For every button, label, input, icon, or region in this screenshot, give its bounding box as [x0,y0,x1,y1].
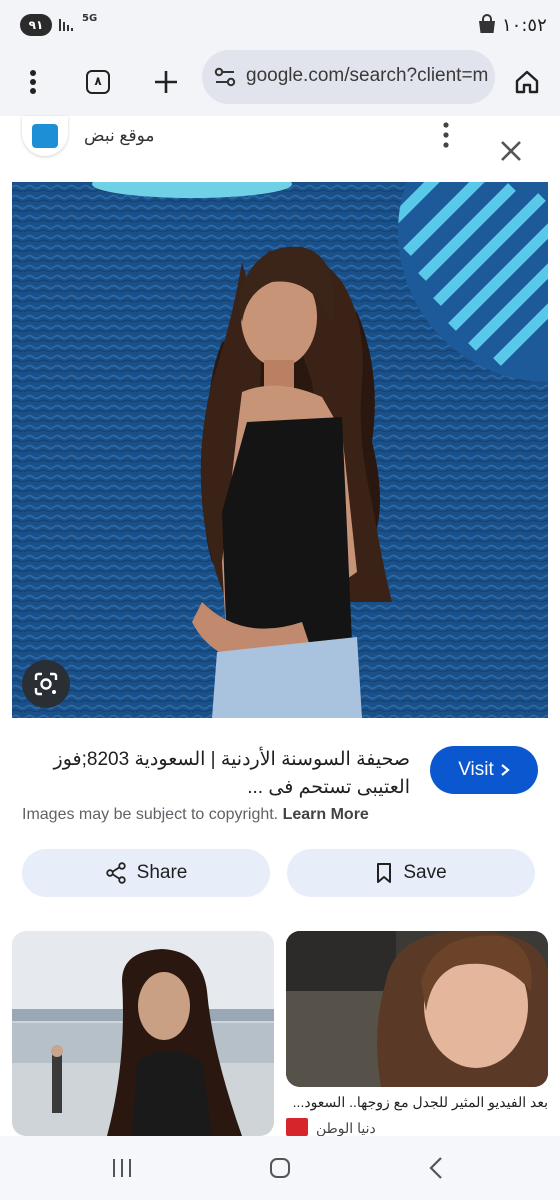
more-options-icon[interactable] [432,120,460,150]
visit-label: Visit [458,759,494,780]
site-name[interactable]: موقع نبض [84,126,154,146]
recent-apps-icon [113,1159,131,1177]
url-text: google.com/search?client=ms [246,65,488,86]
learn-more-link[interactable]: Learn More [283,806,369,823]
network-type: 5G [82,13,98,24]
copyright-notice: Images may be subject to copyright. Lear… [22,806,369,824]
related-image-2[interactable] [286,931,548,1087]
status-bar: ٩١ 5G ١٠:٥٢ [0,0,560,48]
home-button-icon [270,1158,290,1178]
signal-icon [59,19,73,31]
save-label: Save [403,862,447,883]
visit-button[interactable]: Visit [430,746,538,794]
save-button[interactable]: Save [287,849,535,897]
shopping-bag-icon [479,14,495,33]
site-logo-icon [32,124,58,148]
result-photo [12,182,548,718]
lens-icon [34,672,58,696]
back-icon [429,1157,442,1179]
share-icon [105,862,126,884]
chevron-right-icon [501,764,510,776]
related-source-name: دنيا الوطن [316,1120,376,1136]
close-icon[interactable] [494,134,528,168]
back-button[interactable] [412,1148,460,1188]
browser-toolbar: ٨ google.com/search?client=ms [0,48,560,116]
tabs-icon: ٨ [86,70,110,94]
result-title[interactable]: صحيفة السوسنة الأردنية | السعودية 8203;ف… [22,746,410,802]
bookmark-icon [377,863,392,883]
clock: ١٠:٥٢ [502,15,547,36]
copyright-text: Images may be subject to copyright. [22,806,279,823]
site-favicon[interactable] [22,116,68,156]
site-settings-icon[interactable] [212,64,238,90]
related-photo [286,931,548,1087]
recent-apps-button[interactable] [98,1148,146,1188]
new-tab-icon [155,71,177,93]
screen: ٩١ 5G ١٠:٥٢ ٨ google.com/search?client=m… [0,0,560,1200]
menu-dots-icon [30,70,36,94]
related-photo [12,931,274,1136]
source-logo-icon [286,1118,308,1136]
home-button[interactable] [501,56,553,108]
battery-indicator: ٩١ [20,14,52,36]
google-lens-button[interactable] [22,660,70,708]
home-icon [515,70,539,94]
share-label: Share [136,862,188,883]
related-caption-2[interactable]: بعد الفيديو المثير للجدل مع زوجها.. السع… [286,1094,548,1111]
menu-button[interactable] [7,56,59,108]
new-tab-button[interactable] [140,56,192,108]
result-image[interactable] [12,182,548,718]
related-image-1[interactable] [12,931,274,1136]
tabs-button[interactable]: ٨ [72,56,124,108]
address-bar[interactable]: google.com/search?client=ms [202,50,495,104]
system-home-button[interactable] [256,1148,304,1188]
source-bar: موقع نبض [0,116,560,180]
share-button[interactable]: Share [22,849,270,897]
system-navigation-bar [0,1136,560,1200]
